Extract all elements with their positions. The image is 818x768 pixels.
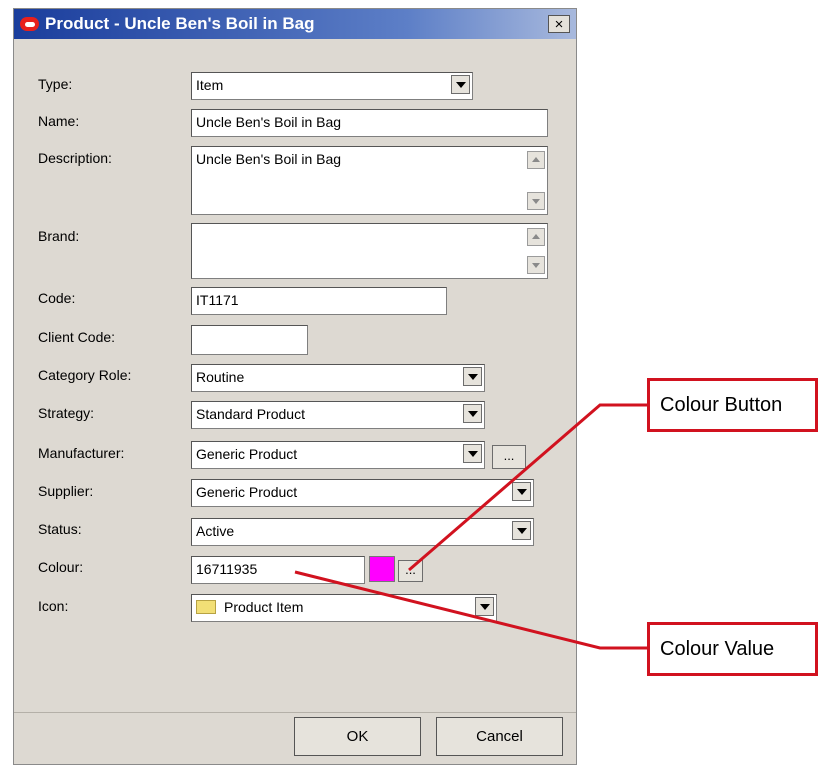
supplier-select[interactable]: Generic Product (191, 479, 534, 507)
title-bar: Product - Uncle Ben's Boil in Bag × (14, 9, 576, 39)
supplier-value: Generic Product (196, 484, 298, 500)
category-role-label: Category Role: (38, 367, 132, 383)
manufacturer-label: Manufacturer: (38, 445, 125, 461)
description-textarea[interactable]: Uncle Ben's Boil in Bag (191, 146, 548, 215)
cancel-button[interactable]: Cancel (436, 717, 563, 756)
type-label: Type: (38, 76, 73, 92)
oracle-logo-icon (20, 17, 39, 31)
status-label: Status: (38, 521, 82, 537)
type-select[interactable]: Item (191, 72, 473, 100)
code-value: IT1171 (196, 292, 239, 308)
status-dropdown-arrow-icon[interactable] (512, 521, 531, 540)
client-code-input[interactable] (191, 325, 308, 355)
scroll-up-icon[interactable] (527, 228, 545, 246)
scroll-down-icon[interactable] (527, 192, 545, 210)
icon-label: Icon: (38, 598, 69, 614)
code-label: Code: (38, 290, 76, 306)
brand-textarea[interactable] (191, 223, 548, 279)
strategy-dropdown-arrow-icon[interactable] (463, 404, 482, 423)
category-role-value: Routine (196, 369, 245, 385)
client-code-label: Client Code: (38, 329, 116, 345)
close-button[interactable]: × (548, 15, 570, 33)
name-label: Name: (38, 113, 80, 129)
icon-value: Product Item (224, 599, 304, 615)
colour-input[interactable]: 16711935 (191, 556, 365, 584)
colour-label: Colour: (38, 559, 84, 575)
scroll-down-icon[interactable] (527, 256, 545, 274)
name-value: Uncle Ben's Boil in Bag (196, 114, 342, 130)
brand-scrollbar[interactable] (527, 226, 545, 276)
strategy-label: Strategy: (38, 405, 95, 421)
colour-value-callout: Colour Value (647, 622, 818, 676)
category-role-dropdown-arrow-icon[interactable] (463, 367, 482, 386)
strategy-value: Standard Product (196, 406, 305, 422)
description-scrollbar[interactable] (527, 149, 545, 212)
description-value: Uncle Ben's Boil in Bag (196, 151, 342, 167)
description-label: Description: (38, 150, 112, 166)
manufacturer-browse-button[interactable]: ... (492, 445, 526, 469)
product-dialog: Product - Uncle Ben's Boil in Bag × Type… (13, 8, 577, 765)
scroll-up-icon[interactable] (527, 151, 545, 169)
colour-button-callout: Colour Button (647, 378, 818, 432)
ok-button[interactable]: OK (294, 717, 421, 756)
colour-value: 16711935 (196, 561, 258, 577)
supplier-dropdown-arrow-icon[interactable] (512, 482, 531, 501)
folder-icon (196, 600, 216, 614)
footer-divider (14, 712, 576, 713)
type-value: Item (196, 77, 224, 93)
colour-button[interactable]: ... (398, 560, 423, 582)
type-dropdown-arrow-icon[interactable] (451, 75, 470, 94)
code-input[interactable]: IT1171 (191, 287, 447, 315)
window-title: Product - Uncle Ben's Boil in Bag (45, 14, 315, 33)
manufacturer-value: Generic Product (196, 446, 298, 462)
icon-dropdown-arrow-icon[interactable] (475, 597, 494, 616)
icon-select[interactable]: Product Item (191, 594, 497, 622)
supplier-label: Supplier: (38, 483, 94, 499)
name-input[interactable]: Uncle Ben's Boil in Bag (191, 109, 548, 137)
colour-swatch (369, 556, 395, 582)
status-select[interactable]: Active (191, 518, 534, 546)
brand-label: Brand: (38, 228, 80, 244)
category-role-select[interactable]: Routine (191, 364, 485, 392)
manufacturer-dropdown-arrow-icon[interactable] (463, 444, 482, 463)
manufacturer-select[interactable]: Generic Product (191, 441, 485, 469)
strategy-select[interactable]: Standard Product (191, 401, 485, 429)
status-value: Active (196, 523, 235, 539)
